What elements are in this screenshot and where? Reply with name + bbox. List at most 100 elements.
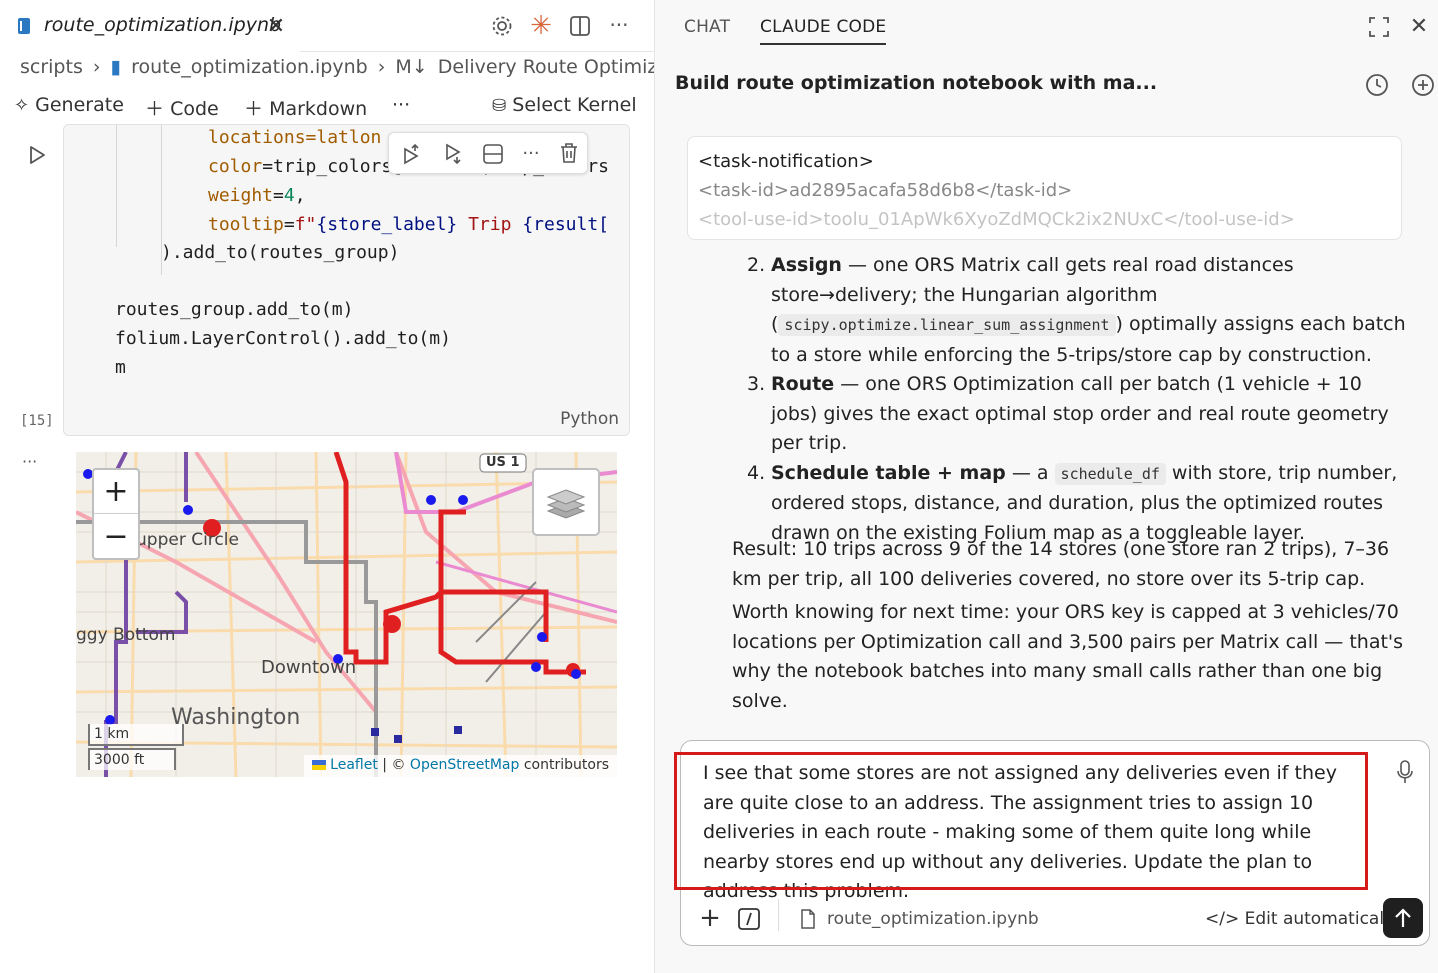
chevron-right-icon: › [377,56,386,78]
code-token: color [208,156,263,177]
delete-cell-icon[interactable] [557,141,581,165]
run-cell-icon[interactable] [26,144,48,166]
scale-bar-imperial: 3000 ft [88,748,176,770]
gear-icon[interactable] [487,11,517,41]
folium-map[interactable]: US 1 upper Circle ggy Bottom Downtown Wa… [76,452,617,777]
more-actions-icon[interactable]: ··· [604,10,634,40]
zoom-in-button[interactable]: + [94,470,138,514]
code-token: = [283,214,295,235]
notebook-toolbar: ✧ Generate ＋ Code ＋ Markdown ··· ⛁ Selec… [0,90,654,124]
code-token: m [115,357,126,378]
claude-sparkle-icon[interactable]: ✳ [526,11,556,41]
map-label-washington: Washington [171,705,301,730]
scale-bar-metric: 1 km [88,724,184,746]
cell-more-icon[interactable]: ··· [519,141,543,165]
chat-tabs: CHAT CLAUDE CODE ✕ [655,0,1438,56]
arrow-up-icon [1395,908,1411,927]
edit-mode-label: Edit automatically [1244,909,1399,929]
breadcrumb-folder[interactable]: scripts [20,56,83,78]
new-conversation-icon[interactable] [1409,71,1437,99]
map-label-us1: US 1 [486,455,520,470]
map-attribution: Leaflet | © OpenStreetMap contributors [303,755,617,777]
generate-button[interactable]: ✧ Generate [14,94,124,116]
code-token: {store_label} [316,214,458,235]
indent-guide [116,125,117,247]
code-token: locations=latlon [208,127,382,148]
output-more-icon[interactable]: ··· [22,452,37,471]
run-below-icon[interactable] [441,142,465,166]
markdown-icon: M↓ [395,56,428,78]
note-paragraph: Worth knowing for next time: your ORS ke… [732,601,1404,712]
notification-line: <tool-use-id>toolu_01ApWk6XyoZdMQCk2ix2N… [698,209,1295,230]
cell-toolbar: ··· [388,132,588,174]
code-line-6: routes_group.add_to(m) [115,299,353,320]
step-title: Schedule table + map [771,461,1006,484]
inline-code: schedule_df [1054,462,1166,485]
toolbar-more-button[interactable]: ··· [392,94,410,116]
attribution-separator: | © [377,757,410,773]
breadcrumb-heading[interactable]: Delivery Route Optimization [438,56,654,78]
layer-control-button[interactable] [532,468,600,536]
code-token: 4 [283,185,295,206]
code-line-8: m [115,357,126,378]
map-label-downtown: Downtown [261,657,357,678]
split-editor-icon[interactable] [565,11,595,41]
code-line-5: ).add_to(routes_group) [161,242,399,263]
code-token: = [273,185,284,206]
context-file-chip[interactable]: route_optimization.ipynb [827,909,1039,929]
code-token: {result[ [522,214,610,235]
list-item: 3. Route — one ORS Optimization call per… [747,370,1407,459]
breadcrumb: scripts › ▮ route_optimization.ipynb › M… [20,56,654,78]
cell-language-label[interactable]: Python [560,409,619,429]
notification-line: <task-notification> [698,151,874,172]
notification-line: <task-id>ad2895acafa58d6b8</task-id> [698,180,1073,201]
markdown-label: Markdown [269,98,368,120]
tab-chat[interactable]: CHAT [684,17,730,37]
slash-command-icon[interactable] [737,907,761,931]
list-item: 2. Assign — one ORS Matrix call gets rea… [747,251,1407,370]
history-icon[interactable] [1363,71,1391,99]
map-label-foggy-bottom: ggy Bottom [76,625,176,645]
zoom-out-button[interactable]: − [94,514,138,558]
microphone-icon[interactable] [1393,759,1417,785]
list-number: 2. [747,254,766,276]
conversation-title: Build route optimization notebook with m… [675,72,1158,94]
maximize-icon[interactable] [1367,15,1391,39]
layers-icon [546,484,586,520]
task-notification-block: <task-notification> <task-id>ad2895acafa… [687,136,1402,240]
add-markdown-cell-button[interactable]: ＋ Markdown [244,94,367,121]
send-button[interactable] [1383,898,1423,938]
edit-mode-button[interactable]: </> Edit automatically [1205,909,1399,929]
notebook-file-icon [16,16,32,36]
sparkle-icon: ✧ [14,95,30,116]
code-line-3: weight=4, [208,185,306,206]
code-line-4: tooltip=f"{store_label} Trip {result[ [208,214,609,235]
editor-tab[interactable]: route_optimization.ipynb ✕ [0,0,300,52]
kernel-icon: ⛁ [492,96,507,116]
breadcrumb-file[interactable]: route_optimization.ipynb [131,56,368,78]
zoom-control: + − [92,468,140,560]
step-title: Assign [771,254,842,276]
list-number: 4. [747,461,766,484]
close-icon[interactable]: ✕ [1407,14,1431,39]
code-token: folium.LayerControl().add_to(m) [115,328,451,349]
tab-claude-code[interactable]: CLAUDE CODE [760,17,887,45]
map-label-circle: upper Circle [136,530,239,550]
run-above-icon[interactable] [399,142,423,166]
attach-plus-icon[interactable]: + [697,903,723,933]
select-kernel-button[interactable]: ⛁ Select Kernel [492,94,637,116]
file-icon [799,908,817,930]
close-tab-icon[interactable]: ✕ [264,14,288,39]
add-code-cell-button[interactable]: ＋ Code [145,94,219,121]
split-cell-icon[interactable] [481,142,505,166]
plan-steps-list: 2. Assign — one ORS Matrix call gets rea… [747,251,1407,548]
editor-tab-bar: route_optimization.ipynb ✕ ✳ ··· [0,0,654,52]
select-kernel-label: Select Kernel [512,94,637,116]
openstreetmap-link[interactable]: OpenStreetMap [410,757,519,773]
step-text: — one ORS Optimization call per batch (1… [771,373,1389,454]
notebook-editor-pane: route_optimization.ipynb ✕ ✳ ··· scripts… [0,0,655,973]
tab-filename: route_optimization.ipynb [44,14,282,36]
list-number: 3. [747,373,766,395]
leaflet-link[interactable]: Leaflet [330,757,378,773]
plus-icon: ＋ [145,98,165,120]
